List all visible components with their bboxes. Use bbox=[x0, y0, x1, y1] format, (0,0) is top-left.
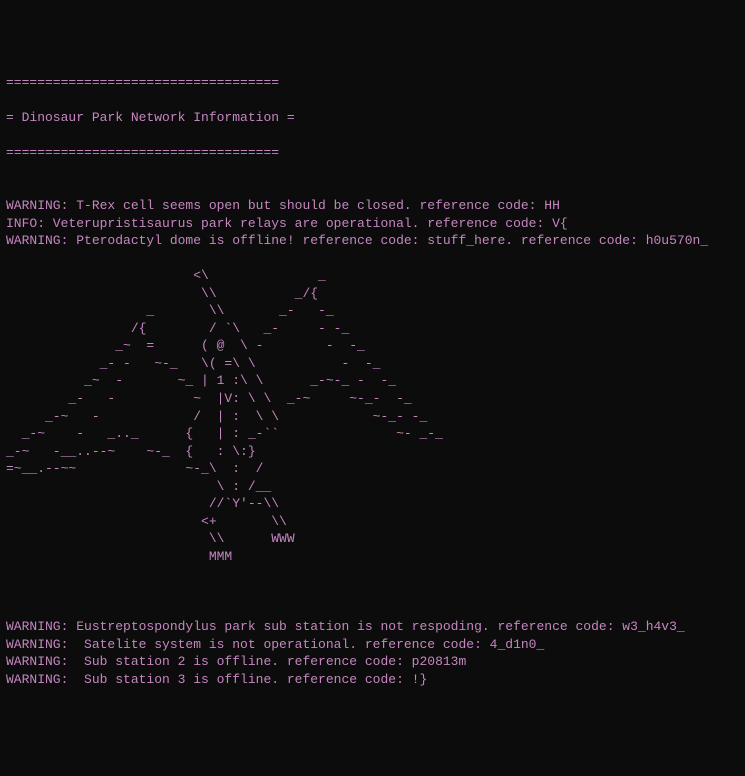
ascii-line-16: MMM bbox=[6, 548, 739, 566]
header-border-bottom: =================================== bbox=[6, 144, 739, 162]
log-line-bottom-1 bbox=[6, 601, 739, 619]
log-line-0 bbox=[6, 179, 739, 197]
ascii-line-5: _- - ~-_ \( =\ \ - -_ bbox=[6, 355, 739, 373]
header-border-top: =================================== bbox=[6, 74, 739, 92]
ascii-line-0: <\ _ bbox=[6, 267, 739, 285]
ascii-line-4: _~ = ( @ \ - - -_ bbox=[6, 337, 739, 355]
header-title: = Dinosaur Park Network Information = bbox=[6, 109, 739, 127]
ascii-line-12: \ : /__ bbox=[6, 478, 739, 496]
ascii-line-1: \\ _/{ bbox=[6, 285, 739, 303]
log-line-1: WARNING: T-Rex cell seems open but shoul… bbox=[6, 197, 739, 215]
ascii-line-11: =~__.--~~ ~-_\ : / bbox=[6, 460, 739, 478]
log-line-bottom-5: WARNING: Sub station 3 is offline. refer… bbox=[6, 671, 739, 689]
ascii-line-3: /{ / `\ _- - -_ bbox=[6, 320, 739, 338]
log-line-bottom-4: WARNING: Sub station 2 is offline. refer… bbox=[6, 653, 739, 671]
ascii-line-13: //`Y'--\\ bbox=[6, 495, 739, 513]
ascii-line-7: _- - ~ |V: \ \ _-~ ~-_- -_ bbox=[6, 390, 739, 408]
ascii-line-10: _-~ -__..--~ ~-_ { : \:} bbox=[6, 443, 739, 461]
log-line-2: INFO: Veterupristisaurus park relays are… bbox=[6, 215, 739, 233]
log-line-3: WARNING: Pterodactyl dome is offline! re… bbox=[6, 232, 739, 250]
log-line-bottom-2: WARNING: Eustreptospondylus park sub sta… bbox=[6, 618, 739, 636]
log-line-bottom-3: WARNING: Satelite system is not operatio… bbox=[6, 636, 739, 654]
ascii-line-9: _-~ - _.._ { | : _-`` ~- _-_ bbox=[6, 425, 739, 443]
ascii-line-8: _-~ - / | : \ \ ~-_- -_ bbox=[6, 408, 739, 426]
ascii-line-6: _~ - ~_ | 1 :\ \ _-~-_ - -_ bbox=[6, 372, 739, 390]
ascii-line-2: _ \\ _- -_ bbox=[6, 302, 739, 320]
ascii-line-15: \\ WWW bbox=[6, 530, 739, 548]
log-line-bottom-0 bbox=[6, 583, 739, 601]
